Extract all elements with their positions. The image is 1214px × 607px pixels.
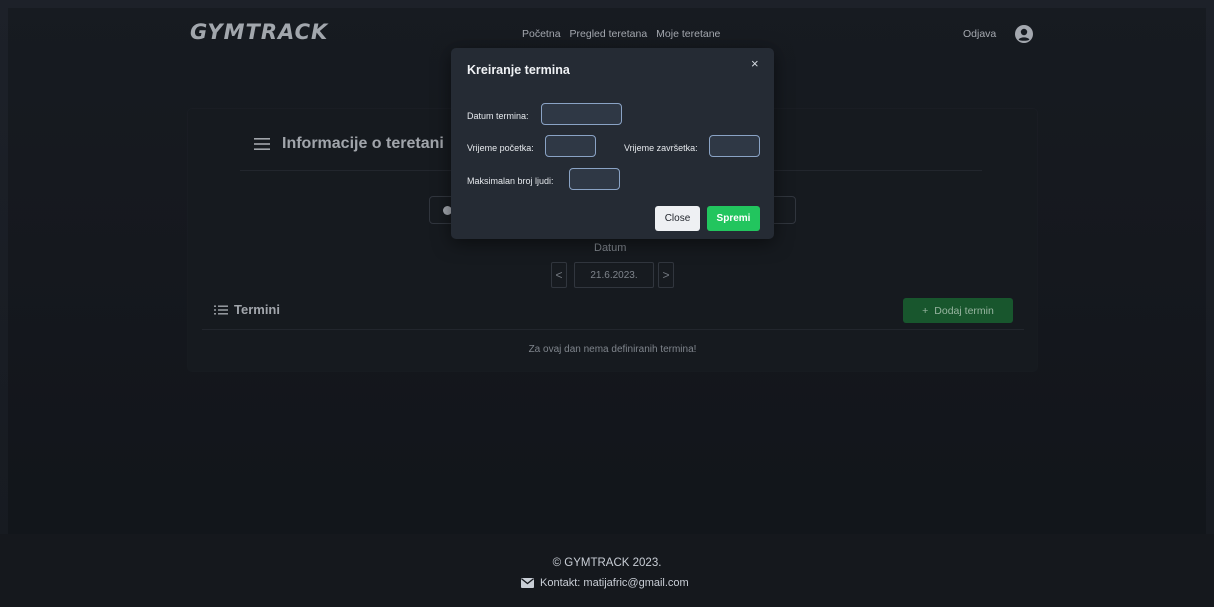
date-field-label: Datum termina: (467, 111, 529, 121)
start-time-field[interactable] (545, 135, 596, 157)
max-people-label: Maksimalan broj ljudi: (467, 176, 554, 186)
modal-title: Kreiranje termina (467, 63, 570, 77)
start-time-label: Vrijeme početka: (467, 143, 534, 153)
footer: © GYMTRACK 2023. Kontakt: matijafric@gma… (0, 534, 1214, 607)
create-term-modal: Kreiranje termina × Datum termina: Vrije… (451, 48, 774, 239)
max-people-field[interactable] (569, 168, 620, 190)
date-field[interactable] (541, 103, 622, 125)
contact-row: Kontakt: matijafric@gmail.com (521, 577, 689, 589)
end-time-field[interactable] (709, 135, 760, 157)
close-icon[interactable]: × (751, 56, 759, 71)
mail-icon (521, 578, 534, 588)
end-time-label: Vrijeme završetka: (624, 143, 698, 153)
copyright-text: © GYMTRACK 2023. (552, 557, 662, 569)
save-button[interactable]: Spremi (707, 206, 760, 231)
close-button[interactable]: Close (655, 206, 700, 231)
contact-email[interactable]: Kontakt: matijafric@gmail.com (540, 577, 689, 589)
